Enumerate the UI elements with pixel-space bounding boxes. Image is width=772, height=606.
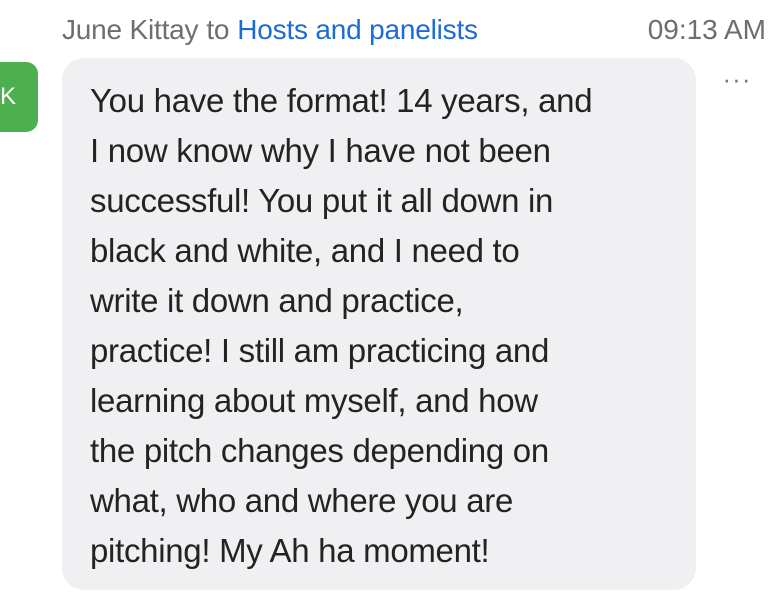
recipient-link[interactable]: Hosts and panelists bbox=[237, 14, 478, 46]
to-label: to bbox=[206, 14, 230, 45]
more-options-button[interactable]: ··· bbox=[720, 63, 754, 94]
sender-name: June Kittay bbox=[62, 14, 199, 45]
avatar-initial: K bbox=[0, 83, 16, 110]
message-text: You have the format! 14 years, and I now… bbox=[90, 82, 593, 569]
more-options-icon: ··· bbox=[722, 63, 752, 94]
chat-message: K June Kittay to Hosts and panelists 09:… bbox=[0, 0, 772, 606]
avatar[interactable]: K bbox=[0, 62, 38, 132]
message-bubble: You have the format! 14 years, and I now… bbox=[62, 58, 696, 590]
message-timestamp: 09:13 AM bbox=[647, 14, 766, 45]
message-header: June Kittay to Hosts and panelists bbox=[62, 12, 478, 48]
